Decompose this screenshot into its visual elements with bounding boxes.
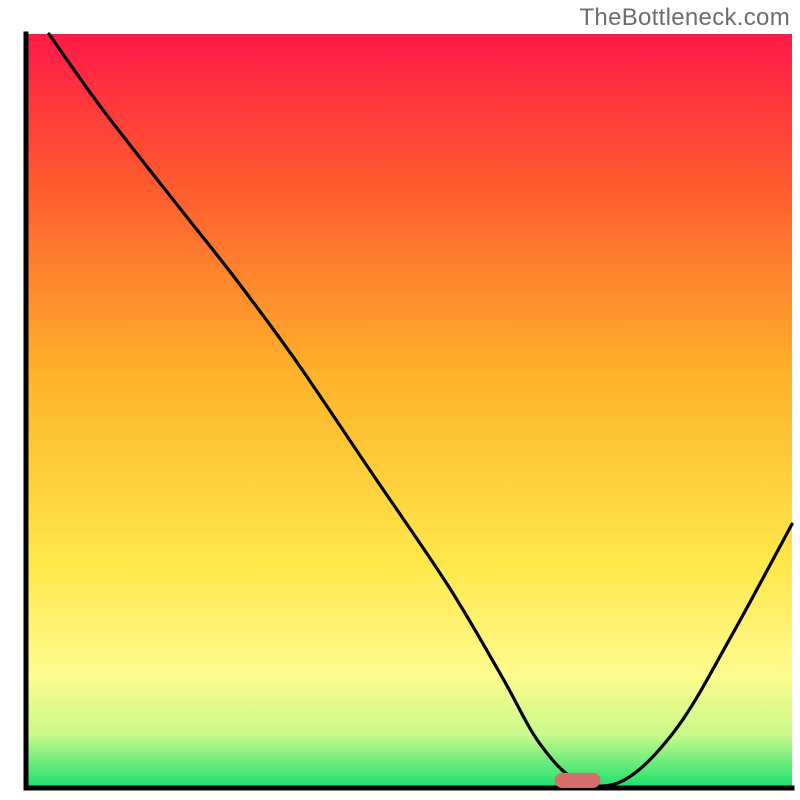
bottleneck-chart (0, 0, 800, 800)
highlight-pill (555, 773, 601, 788)
chart-stage: TheBottleneck.com (0, 0, 800, 800)
plot-background (26, 34, 792, 788)
